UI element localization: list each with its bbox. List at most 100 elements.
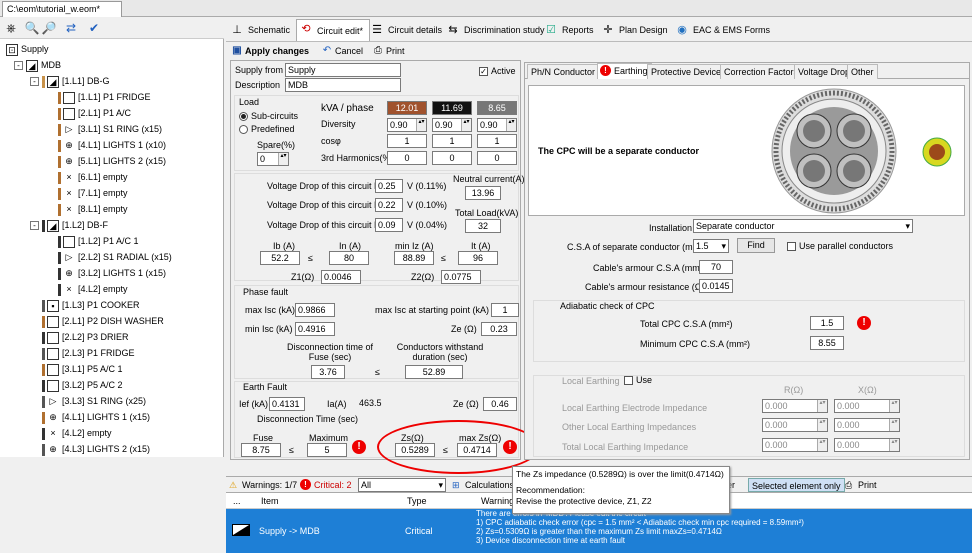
local-earthing-label: Local Earthing	[562, 376, 620, 386]
diversity-l2[interactable]: 0.90	[432, 118, 472, 132]
col-header-item[interactable]: Item	[258, 493, 279, 509]
calculations-button[interactable]: ⊞ Calculations	[451, 478, 514, 492]
tree-item[interactable]: [2.L2] P3 DRIER	[42, 329, 129, 345]
selected-only-toggle[interactable]: Selected element only	[748, 478, 845, 492]
installation-select[interactable]: Separate conductor ▾	[693, 219, 913, 233]
sub-circuits-radio[interactable]: Sub-circuits	[239, 111, 298, 122]
tree-db-f[interactable]: - ◢ [1.L2] DB-F	[30, 217, 108, 233]
le-row-x[interactable]: 0.000	[834, 399, 900, 413]
warnings-tab[interactable]: ⚠ Warnings: 1/7	[228, 478, 297, 492]
collapse-icon[interactable]: -	[30, 77, 39, 87]
find-button[interactable]: Find	[737, 238, 775, 253]
harmonics-l1[interactable]: 0	[387, 151, 427, 165]
tab-eac-ems[interactable]: ◉ EAC & EMS Forms	[673, 21, 770, 39]
filter-select[interactable]: All ▾	[358, 478, 446, 492]
tree-item[interactable]: × [4.L2] empty	[58, 281, 128, 297]
calculations-label: Calculations	[465, 480, 515, 490]
tab-plan-design[interactable]: ✛ Plan Design	[599, 21, 667, 39]
tree-label: [8.L1] empty	[78, 204, 128, 214]
tab-voltage-drop[interactable]: Voltage Drop	[794, 64, 855, 79]
collapse-icon[interactable]: -	[30, 221, 39, 231]
tab-circuit-edit[interactable]: ⟲ Circuit edit*	[296, 19, 371, 41]
le-row-r[interactable]: 0.000	[762, 418, 828, 432]
tree-item[interactable]: [3.L2] P5 A/C 2	[42, 377, 123, 393]
calculator-icon: ⊞	[452, 480, 460, 490]
spare-stepper[interactable]: 0	[257, 152, 289, 166]
tab-reports[interactable]: ☑ Reports	[542, 21, 593, 39]
diversity-l3[interactable]: 0.90	[477, 118, 517, 132]
document-tab[interactable]: C:\eom\tutorial_w.eom*	[2, 1, 122, 17]
tab-schematic[interactable]: ⊥ Schematic	[228, 21, 290, 39]
ze-field[interactable]: 0.46	[483, 397, 517, 411]
tree-item[interactable]: × [7.L1] empty	[58, 185, 128, 201]
tree-item[interactable]: ▪ [1.L3] P1 COOKER	[42, 297, 140, 313]
tree-item[interactable]: ⊕ [4.L1] LIGHTS 1 (x15)	[42, 409, 150, 425]
cosphi-l3[interactable]: 1	[477, 134, 517, 148]
ze-field[interactable]: 0.23	[481, 322, 517, 336]
csa-select[interactable]: 1.5 ▾	[693, 239, 729, 253]
tab-earthing[interactable]: ! Earthing	[597, 63, 652, 79]
active-checkbox[interactable]: ✓ Active	[479, 66, 516, 77]
harmonics-l3[interactable]: 0	[477, 151, 517, 165]
le-row-x[interactable]: 0.000	[834, 438, 900, 452]
harmonics-l2[interactable]: 0	[432, 151, 472, 165]
swap-icon[interactable]: ⇄	[63, 20, 79, 36]
tree-item[interactable]: ⊕ [5.L1] LIGHTS 2 (x15)	[58, 153, 166, 169]
collapse-icon[interactable]: -	[14, 61, 23, 71]
cosphi-l2[interactable]: 1	[432, 134, 472, 148]
cosphi-l1[interactable]: 1	[387, 134, 427, 148]
print-messages-button[interactable]: ⎙ Print	[844, 478, 877, 492]
zoom-out-icon[interactable]: 🔎	[41, 20, 57, 36]
tree-item[interactable]: ⊕ [3.L2] LIGHTS 1 (x15)	[58, 265, 166, 281]
diversity-l1[interactable]: 0.90	[387, 118, 427, 132]
apply-changes-button[interactable]: ▣ Apply changes	[231, 44, 309, 59]
tree-item[interactable]: ▷ [3.L1] S1 RING (x15)	[58, 121, 162, 137]
parallel-checkbox[interactable]: Use parallel conductors	[787, 241, 893, 252]
tab-other[interactable]: Other	[847, 64, 878, 79]
tree-item[interactable]: × [4.L2] empty	[42, 425, 112, 441]
tree-item[interactable]: ⊕ [4.L3] LIGHTS 2 (x15)	[42, 441, 150, 457]
le-row-x[interactable]: 0.000	[834, 418, 900, 432]
tree-item[interactable]: [2.L3] P1 FRIDGE	[42, 345, 135, 361]
zoom-in-icon[interactable]: 🔍	[24, 20, 40, 36]
critical-tab[interactable]: ! Critical: 2	[300, 478, 352, 492]
supply-from-field[interactable]: Supply	[285, 63, 401, 77]
max-isc-start-field[interactable]: 1	[491, 303, 519, 317]
le-row-r[interactable]: 0.000	[762, 438, 828, 452]
tab-correction-factors[interactable]: Correction Factors	[720, 64, 803, 79]
cancel-button[interactable]: ↶ Cancel	[321, 44, 363, 59]
table-row[interactable]: Supply -> MDB Critical There are errors …	[226, 509, 972, 553]
check-icon[interactable]: ✔	[86, 20, 102, 36]
col-header-warning[interactable]: Warning	[478, 493, 514, 509]
vd3-label: Voltage Drop of this circuit L3	[267, 220, 385, 230]
tab-ph-n-conductor[interactable]: Ph/N Conductor	[527, 64, 600, 79]
armour-res-field[interactable]: 0.0145	[699, 279, 733, 293]
tree-item[interactable]: × [8.L1] empty	[58, 201, 128, 217]
tab-protective-devices[interactable]: Protective Devices	[647, 64, 730, 79]
print-button[interactable]: ⎙ Print	[372, 44, 405, 59]
tab-discrimination[interactable]: ⇆ Discrimination study	[444, 21, 544, 39]
tree-item[interactable]: [1.L1] P1 FRIDGE	[58, 89, 151, 105]
tree-label: [2.L1] P2 DISH WASHER	[62, 316, 164, 326]
tree-supply[interactable]: ⊡ Supply	[6, 41, 49, 57]
tree-item[interactable]: [2.L1] P1 A/C	[58, 105, 131, 121]
armour-csa-field[interactable]: 70	[699, 260, 733, 274]
tree-label: [4.L2] empty	[78, 284, 128, 294]
le-row-r[interactable]: 0.000	[762, 399, 828, 413]
network-icon[interactable]: ⎈	[3, 20, 19, 36]
tooltip-line: The Zs impedance (0.5289Ω) is over the l…	[516, 469, 724, 479]
tab-circuit-details[interactable]: ☰ Circuit details	[368, 21, 442, 39]
tree-db-g[interactable]: - ◢ [1.L1] DB-G	[30, 73, 110, 89]
tree-item[interactable]: [3.L1] P5 A/C 1	[42, 361, 123, 377]
tree-item[interactable]: × [6.L1] empty	[58, 169, 128, 185]
tree-mdb[interactable]: - ◢ MDB	[14, 57, 61, 73]
predefined-radio[interactable]: Predefined	[239, 124, 295, 135]
col-header-type[interactable]: Type	[404, 493, 427, 509]
tree-item[interactable]: [2.L1] P2 DISH WASHER	[42, 313, 164, 329]
tree-item[interactable]: [1.L2] P1 A/C 1	[58, 233, 139, 249]
description-field[interactable]: MDB	[285, 78, 401, 92]
use-checkbox[interactable]: Use	[624, 375, 652, 386]
tree-item[interactable]: ▷ [2.L2] S1 RADIAL (x15)	[58, 249, 172, 265]
tree-item[interactable]: ⊕ [4.L1] LIGHTS 1 (x10)	[58, 137, 166, 153]
tree-item[interactable]: ▷ [3.L3] S1 RING (x25)	[42, 393, 146, 409]
